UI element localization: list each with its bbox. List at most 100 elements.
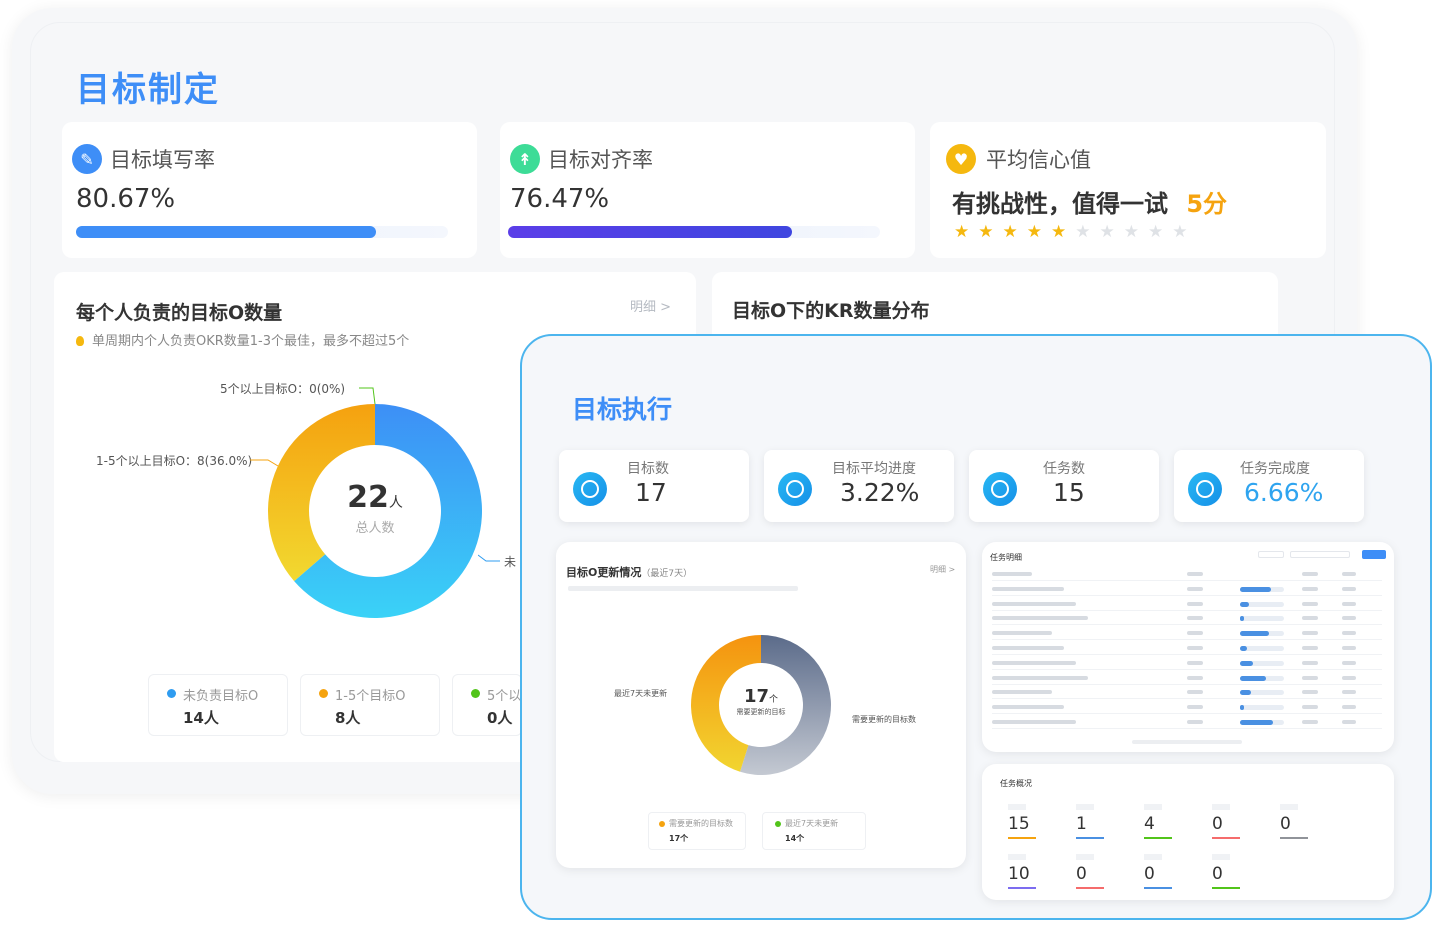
table-cell [992, 586, 1064, 591]
task-overview-underline [1212, 887, 1240, 889]
task-overview-item[interactable]: 4 [1144, 804, 1204, 839]
table-cell [1302, 705, 1318, 710]
table-row[interactable] [992, 654, 1382, 655]
task-overview-underline [1008, 887, 1036, 889]
task-export-button[interactable] [1362, 550, 1386, 559]
task-pagination[interactable] [1132, 740, 1242, 744]
table-cell [1187, 631, 1203, 636]
table-row[interactable] [992, 594, 1382, 596]
table-row[interactable] [992, 639, 1382, 641]
kpi-value: 6.66% [1244, 478, 1324, 507]
star-icon: ★ [1148, 222, 1164, 242]
legend-dot-icon [167, 689, 176, 698]
table-cell [992, 660, 1076, 665]
legend-dot-icon [471, 689, 480, 698]
update-legend-stale: 最近7天未更新 14个 [762, 812, 866, 850]
legend-item-1to5: 1-5个目标O 8人 [300, 674, 440, 736]
table-row[interactable] [992, 683, 1382, 685]
table-cell [992, 631, 1052, 636]
task-progress-fill [1240, 660, 1254, 666]
heart-shield-icon: ♥ [946, 144, 976, 174]
goal-update-detail-link[interactable]: 明细 > [930, 564, 955, 575]
per-person-hint-text: 单周期内个人负责OKR数量1-3个最佳，最多不超过5个 [92, 334, 410, 349]
star-icon: ★ [954, 222, 970, 242]
task-overview-item[interactable]: 0 [1280, 804, 1340, 839]
task-overview-label [1212, 804, 1230, 810]
task-search-input[interactable] [1290, 551, 1350, 558]
task-overview-item[interactable]: 0 [1076, 854, 1136, 889]
task-table-card: 任务明细 [982, 542, 1394, 752]
confidence-stars: ★ ★ ★ ★ ★ ★ ★ ★ ★ ★ [954, 222, 1188, 242]
fill-rate-value: 80.67% [76, 184, 176, 214]
fill-rate-label: 目标填写率 [110, 148, 215, 172]
task-overview-item[interactable]: 15 [1008, 804, 1068, 839]
bulb-icon [76, 336, 84, 346]
kpi-value: 3.22% [840, 478, 920, 507]
legend-value: 8人 [335, 709, 361, 727]
task-overview-underline [1076, 887, 1104, 889]
legend-value: 14人 [183, 709, 219, 727]
table-cell [992, 616, 1088, 621]
per-person-title: 每个人负责的目标O数量 [76, 302, 283, 324]
table-cell [1187, 705, 1203, 710]
task-overview-underline [1212, 837, 1240, 839]
task-table-title: 任务明细 [990, 553, 1022, 562]
task-overview-item[interactable]: 0 [1212, 854, 1272, 889]
table-cell [992, 720, 1076, 724]
task-overview-item[interactable]: 1 [1076, 804, 1136, 839]
update-donut-center: 17个 需要更新的目标 [731, 686, 791, 717]
table-row[interactable] [992, 713, 1382, 715]
task-overview-title: 任务概况 [1000, 779, 1032, 788]
donut-label-1to5: 1-5个以上目标O：8(36.0%) [96, 454, 253, 468]
task-progress-fill [1240, 690, 1251, 696]
task-overview-value: 0 [1212, 864, 1223, 884]
table-row[interactable] [992, 728, 1382, 729]
table-cell [1302, 631, 1318, 636]
table-row[interactable] [992, 609, 1382, 611]
table-cell [1342, 631, 1356, 636]
per-person-detail-link[interactable]: 明细 > [630, 296, 671, 315]
per-person-hint: 单周期内个人负责OKR数量1-3个最佳，最多不超过5个 [76, 330, 409, 349]
table-row[interactable] [992, 668, 1382, 670]
kpi-label: 任务数 [1043, 461, 1085, 477]
align-rate-card: ↟ 目标对齐率 76.47% [500, 122, 915, 258]
task-overview-label [1212, 854, 1230, 860]
task-overview-value: 4 [1144, 814, 1155, 834]
fill-rate-bar [76, 226, 448, 238]
goal-execution-title: 目标执行 [572, 395, 673, 424]
task-overview-item[interactable]: 0 [1144, 854, 1204, 889]
goal-update-hint [568, 586, 798, 591]
table-cell [1302, 572, 1318, 576]
table-row[interactable] [992, 580, 1382, 581]
task-progress-bar [1240, 631, 1284, 637]
star-icon: ★ [1075, 222, 1091, 242]
task-progress-bar [1240, 586, 1284, 592]
leader-line-over5 [359, 387, 376, 405]
donut-center-label: 总人数 [355, 521, 395, 536]
task-overview-value: 15 [1008, 814, 1030, 834]
task-filter-select[interactable] [1258, 551, 1284, 558]
table-row[interactable] [992, 698, 1382, 700]
update-center-label: 需要更新的目标 [736, 708, 786, 716]
table-cell [1302, 601, 1318, 606]
star-icon: ★ [1002, 222, 1018, 242]
task-overview-item[interactable]: 10 [1008, 854, 1068, 889]
align-icon: ↟ [510, 144, 540, 174]
table-row[interactable] [992, 624, 1382, 626]
star-icon: ★ [1123, 222, 1139, 242]
task-overview-item[interactable]: 0 [1212, 804, 1272, 839]
legend-dot-icon [775, 821, 781, 827]
kpi-task-completion: 任务完成度 6.66% [1174, 450, 1364, 522]
align-rate-label: 目标对齐率 [548, 148, 653, 172]
task-progress-fill [1240, 705, 1245, 711]
legend-item-unassigned: 未负责目标O 14人 [148, 674, 288, 736]
table-cell [1342, 586, 1356, 591]
task-overview-underline [1144, 887, 1172, 889]
task-overview-value: 10 [1008, 864, 1030, 884]
donut-center: 22人 总人数 [335, 480, 415, 536]
task-overview-value: 1 [1076, 814, 1087, 834]
legend-value: 17个 [669, 834, 689, 843]
table-cell [1187, 572, 1203, 576]
task-overview-label [1008, 804, 1026, 810]
task-overview-underline [1076, 837, 1104, 839]
